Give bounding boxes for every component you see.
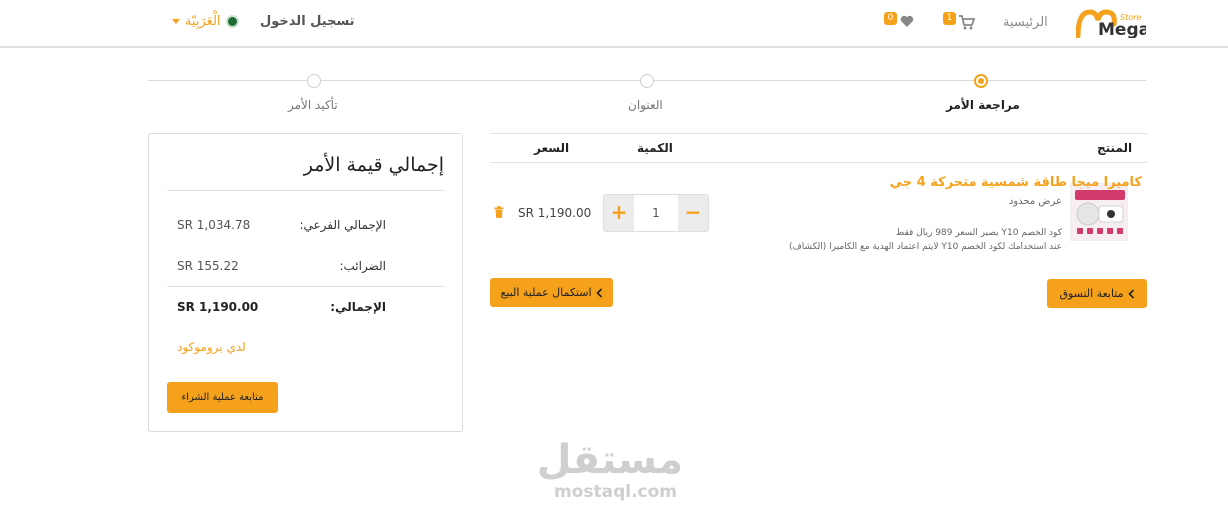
- product-subtitle: عرض محدود: [1008, 196, 1062, 207]
- promo-code-link[interactable]: لدي بروموكود: [177, 340, 246, 354]
- continue-shopping-label: متابعة التسوق: [1059, 287, 1124, 300]
- proceed-to-purchase-label: متابعة عملية الشراء: [181, 392, 264, 403]
- mega-store-logo[interactable]: Mega Store: [1075, 8, 1150, 40]
- watermark-latin: mostaql.com: [553, 482, 678, 502]
- item-price: SR 1,190.00: [518, 206, 592, 220]
- total-label: الإجمالي:: [330, 300, 386, 314]
- step-label-address: العنوان: [628, 98, 663, 112]
- order-summary-title: إجمالي قيمة الأمر: [303, 154, 444, 176]
- checkout-button[interactable]: استكمال عملية البيع: [490, 278, 613, 307]
- cart-icon: [959, 15, 975, 30]
- tax-value: SR 155.22: [177, 259, 239, 273]
- language-selector[interactable]: الْعَرَبِيّة: [172, 14, 239, 29]
- step-dot-review: [974, 74, 988, 88]
- language-label: الْعَرَبِيّة: [185, 14, 221, 29]
- product-note-line-2: عند استخدامك لكود الخصم Y10 لايتم اعتماد…: [788, 242, 1062, 252]
- order-summary-card: إجمالي قيمة الأمر الإجمالي الفرعي: SR 1,…: [148, 133, 463, 432]
- product-title-link[interactable]: كاميرا ميجا طاقة شمسية متحركة 4 جي: [780, 175, 1142, 190]
- subtotal-value: SR 1,034.78: [177, 218, 251, 232]
- column-product: المنتج: [1097, 141, 1133, 155]
- checkout-label: استكمال عملية البيع: [500, 286, 592, 299]
- mostaql-watermark: مستقل mostaql.com: [536, 437, 683, 502]
- site-header: Mega Store الرئيسية 1 0 تسجيل الدخول الْ…: [0, 0, 1228, 48]
- quantity-stepper: + 1 −: [603, 194, 709, 232]
- cart-count-badge: 1: [943, 12, 956, 25]
- product-image[interactable]: [1070, 183, 1128, 241]
- tax-label: الضرائب:: [339, 259, 386, 273]
- step-label-review: مراجعة الأمر: [946, 98, 1020, 112]
- login-link[interactable]: تسجيل الدخول: [260, 14, 355, 29]
- step-label-confirm: تأكيد الأمر: [288, 98, 338, 112]
- wishlist-button[interactable]: 0: [884, 12, 918, 34]
- chevron-down-icon: [172, 19, 180, 24]
- chevron-left-icon: [595, 287, 602, 298]
- saudi-flag-icon: [225, 15, 239, 28]
- summary-divider: [167, 286, 445, 287]
- cart-table-header: المنتج الكمية السعر: [490, 133, 1148, 163]
- product-note-line-1: كود الخصم Y10 يصير السعر 989 ريال فقط: [895, 228, 1062, 238]
- logo-text: Mega: [1098, 20, 1146, 38]
- cart-button[interactable]: 1: [943, 12, 977, 34]
- trash-icon[interactable]: [494, 206, 504, 218]
- step-dot-address: [640, 74, 654, 88]
- chevron-left-icon: [1127, 288, 1134, 299]
- logo-subtext: Store: [1120, 13, 1141, 22]
- quantity-decrease-button[interactable]: −: [678, 195, 708, 231]
- step-dot-confirm: [307, 74, 321, 88]
- quantity-increase-button[interactable]: +: [604, 195, 634, 231]
- nav-home-link[interactable]: الرئيسية: [1003, 15, 1048, 30]
- column-quantity: الكمية: [637, 141, 673, 155]
- continue-shopping-button[interactable]: متابعة التسوق: [1047, 279, 1147, 308]
- heart-icon: [900, 15, 914, 27]
- subtotal-label: الإجمالي الفرعي:: [299, 218, 386, 232]
- product-note: كود الخصم Y10 يصير السعر 989 ريال فقط عن…: [754, 226, 1062, 254]
- column-price: السعر: [534, 141, 570, 155]
- quantity-value[interactable]: 1: [634, 195, 678, 231]
- summary-divider: [167, 190, 445, 191]
- proceed-to-purchase-button[interactable]: متابعة عملية الشراء: [167, 382, 278, 413]
- watermark-arabic: مستقل: [536, 437, 683, 483]
- wishlist-count-badge: 0: [884, 12, 897, 25]
- total-value: SR 1,190.00: [177, 300, 259, 314]
